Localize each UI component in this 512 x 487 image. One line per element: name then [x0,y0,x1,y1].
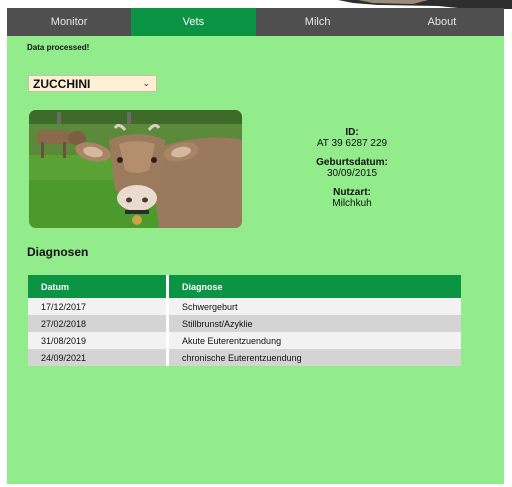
birthdate-label: Geburtsdatum: [316,157,388,168]
cell-date: 31/08/2019 [28,332,169,349]
chevron-down-icon: ⌄ [142,78,150,88]
column-header-date: Datum [28,275,169,298]
nav-about[interactable]: About [379,8,504,36]
id-value: AT 39 6287 229 [316,138,388,149]
birthdate-value: 30/09/2015 [326,168,378,179]
table-row: 24/09/2021 chronische Euterentzuendung [28,349,461,366]
cell-diagnosis: Akute Euterentzuendung [167,332,461,349]
diagnoses-title: Diagnosen [27,245,89,259]
table-header-row: Datum Diagnose [28,275,461,298]
animal-info: ID: AT 39 6287 229 Geburtsdatum: 30/09/2… [287,127,417,217]
animal-select-value: ZUCCHINI [33,76,91,91]
cell-diagnosis: Schwergeburt [167,298,461,315]
cow-photo [29,110,242,228]
table-row: 27/02/2018 Stillbrunst/Azyklie [28,315,461,332]
column-header-diagnosis: Diagnose [167,275,461,298]
nav-milch[interactable]: Milch [255,8,380,36]
cell-diagnosis: chronische Euterentzuendung [167,349,461,366]
usage-type-value: Milchkuh [332,198,372,209]
top-nav: Monitor Vets Milch About [7,8,504,36]
nav-vets[interactable]: Vets [131,8,256,36]
app-window: Monitor Vets Milch About Data processed!… [7,8,504,484]
table-row: 17/12/2017 Schwergeburt [28,298,461,315]
cell-date: 27/02/2018 [28,315,169,332]
table-row: 31/08/2019 Akute Euterentzuendung [28,332,461,349]
status-message: Data processed! [27,43,90,52]
usage-type-label: Nutzart: [333,187,371,198]
animal-select[interactable]: ZUCCHINI ⌄ [28,75,157,92]
cell-date: 24/09/2021 [28,349,169,366]
id-label: ID: [345,127,359,138]
cell-date: 17/12/2017 [28,298,169,315]
cell-diagnosis: Stillbrunst/Azyklie [167,315,461,332]
nav-monitor[interactable]: Monitor [7,8,132,36]
diagnoses-table: Datum Diagnose 17/12/2017 Schwergeburt 2… [28,275,461,366]
